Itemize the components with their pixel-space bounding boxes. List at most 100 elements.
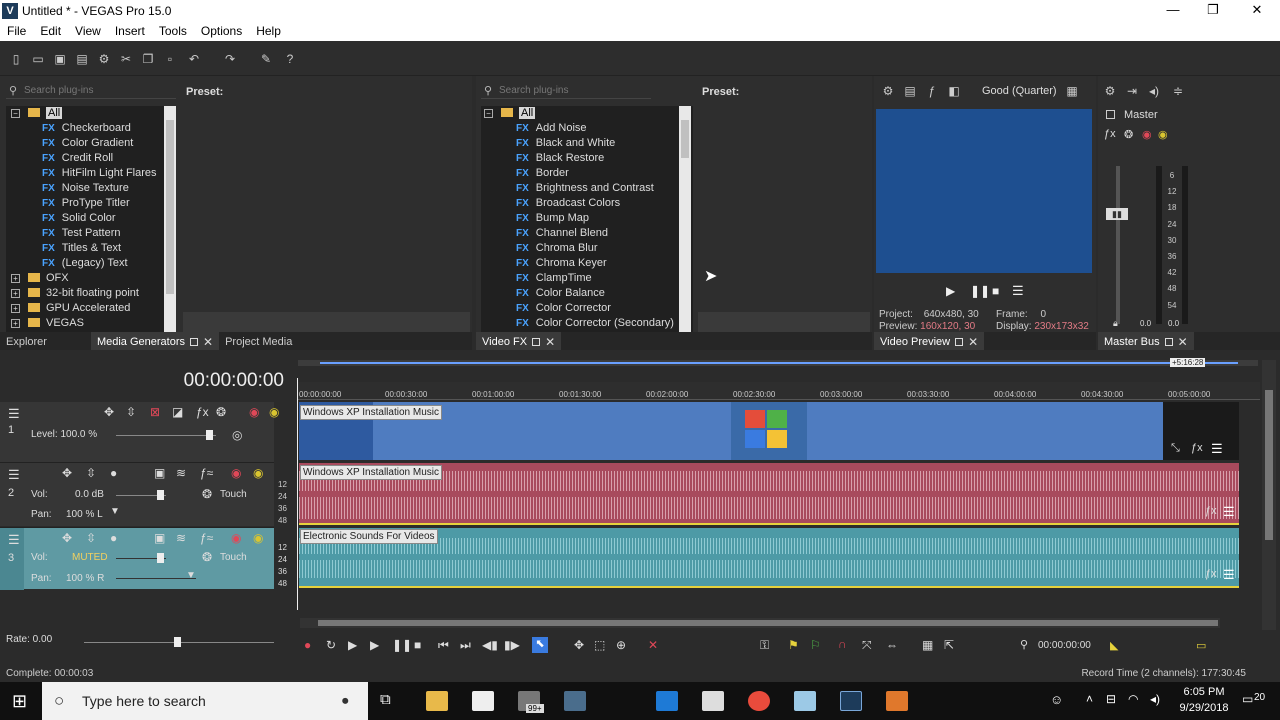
track-menu-icon[interactable]: ☰	[8, 467, 20, 483]
record-icon[interactable]: ●	[304, 638, 311, 652]
tree-item[interactable]: FX Credit Roll	[6, 151, 176, 166]
undock-icon[interactable]	[1164, 338, 1173, 346]
expand-icon[interactable]: +	[11, 289, 20, 298]
motion-icon[interactable]: ✥	[104, 405, 114, 419]
go-to-end-icon[interactable]: ⏭︎	[460, 638, 471, 653]
overlays-icon[interactable]: ▦	[1064, 83, 1080, 99]
track-fx-icon[interactable]: ƒ≈	[200, 531, 213, 545]
tab-master-bus[interactable]: Master Bus ✕	[1098, 332, 1194, 352]
open-folder-icon[interactable]: ▭	[30, 51, 46, 67]
tree-item[interactable]: FX Color Corrector	[481, 301, 693, 316]
automation-mode-icon[interactable]: ❂	[202, 487, 212, 501]
tree-item[interactable]: FX Test Pattern	[6, 226, 176, 241]
envelope-icon[interactable]: ≋	[176, 531, 186, 545]
speaker-icon[interactable]: ◂)	[1146, 83, 1162, 99]
tree-item[interactable]: FX HitFilm Light Flares	[6, 166, 176, 181]
preview-quality-dropdown[interactable]: Good (Quarter)	[982, 85, 1057, 97]
arm-record-icon[interactable]: ●	[110, 531, 117, 545]
track-3-header[interactable]: ☰ 3 ✥ ⇳ ● ▣ ≋ ƒ≈ ◉ ◉ Vol: MUTED ❂ Touch …	[0, 527, 287, 590]
solo-icon[interactable]: ◉	[253, 466, 263, 480]
marker-icon[interactable]: ⚑	[788, 638, 799, 652]
menu-tools[interactable]: Tools	[152, 22, 194, 41]
composite-mode-icon[interactable]: ◎	[232, 428, 242, 442]
previous-frame-icon[interactable]: ◀▮	[482, 638, 498, 652]
pause-icon[interactable]: ❚❚	[392, 638, 412, 652]
preview-settings-icon[interactable]: ⚙	[880, 83, 896, 99]
copy-icon[interactable]: ❐	[140, 51, 156, 67]
new-file-icon[interactable]: ▯	[8, 51, 24, 67]
paste-icon[interactable]: ▫	[162, 51, 178, 67]
explorer-scrollbar[interactable]	[164, 106, 176, 332]
compositing-icon[interactable]: ⇳	[86, 466, 96, 480]
pause-icon[interactable]: ❚❚	[970, 284, 990, 298]
tab-media-generators[interactable]: Media Generators ✕	[90, 332, 220, 352]
vegas-taskbar-icon[interactable]	[840, 691, 862, 711]
tree-item[interactable]: FX Black Restore	[481, 151, 693, 166]
zoom-tool-icon[interactable]: ⊕	[616, 638, 626, 652]
app-icon-3[interactable]	[794, 691, 816, 711]
close-icon[interactable]: ✕	[203, 332, 213, 352]
tree-item[interactable]: FX Bump Map	[481, 211, 693, 226]
undock-icon[interactable]	[955, 338, 964, 346]
tab-project-media[interactable]: Project Media	[219, 332, 298, 352]
envelope-tool-icon[interactable]: ✥	[574, 638, 584, 652]
level-slider-knob[interactable]	[206, 430, 213, 440]
task-view-icon[interactable]: ⧉	[380, 691, 391, 708]
track-fx-icon[interactable]: ƒx	[196, 405, 209, 419]
explorer-search-input[interactable]: ⚲ Search plug-ins	[6, 83, 176, 99]
track-2-header[interactable]: ☰ 2 ✥ ⇳ ● ▣ ≋ ƒ≈ ◉ ◉ Vol: 0.0 dB ❂ Touch…	[0, 462, 287, 526]
playhead-cursor[interactable]	[297, 378, 298, 610]
windows-start-icon[interactable]: ⊞	[12, 691, 27, 711]
in-point-icon[interactable]: ◣	[1110, 639, 1118, 652]
tree-item[interactable]: FX Solid Color	[6, 211, 176, 226]
tree-root-all[interactable]: − All	[6, 106, 176, 121]
expand-icon[interactable]: +	[11, 274, 20, 283]
track-fx-icon[interactable]: ƒ≈	[200, 466, 213, 480]
ripple-icon[interactable]: ⇔	[886, 638, 898, 652]
expand-icon[interactable]: +	[11, 304, 20, 313]
lock-icon[interactable]: 🔒︎	[1113, 318, 1118, 329]
tree-item[interactable]: FX Color Corrector (Secondary)	[481, 316, 693, 331]
tree-item[interactable]: FX Checkerboard	[6, 121, 176, 136]
tree-item[interactable]: FX ProType Titler	[6, 196, 176, 211]
clock-date[interactable]: 9/29/2018	[1176, 702, 1232, 714]
preset-field[interactable]	[183, 312, 470, 332]
stop-icon[interactable]: ■	[414, 638, 421, 652]
clock-time[interactable]: 6:05 PM	[1176, 686, 1232, 698]
region-icon[interactable]: ⚐	[810, 638, 821, 652]
edge-icon[interactable]	[656, 691, 678, 711]
downmix-icon[interactable]: ⇥	[1124, 83, 1140, 99]
close-icon[interactable]: ✕	[968, 332, 978, 352]
tree-folder[interactable]: + OFX	[6, 271, 176, 286]
crossfade-icon[interactable]: ⤧	[862, 638, 872, 653]
selection-tool-icon[interactable]: ⬚	[594, 638, 605, 652]
help-icon[interactable]: ?	[282, 51, 298, 67]
motion-blur-icon[interactable]: ⊠	[150, 405, 160, 419]
solo-icon[interactable]: ◉	[253, 531, 263, 545]
tree-item[interactable]: FX Noise Texture	[6, 181, 176, 196]
compositing-icon[interactable]: ⇳	[86, 531, 96, 545]
level-slider[interactable]	[116, 435, 216, 436]
pan-slider-knob[interactable]: ▼	[186, 570, 196, 581]
close-icon[interactable]: ✕	[545, 332, 555, 352]
automation-mode-icon[interactable]: ❂	[202, 550, 212, 564]
preset-field[interactable]	[698, 312, 870, 332]
menu-view[interactable]: View	[68, 22, 108, 41]
event-fx-icon[interactable]: ƒx	[1205, 505, 1217, 517]
mute-icon[interactable]: ◉	[231, 531, 241, 545]
tree-item[interactable]: FX Color Balance	[481, 286, 693, 301]
network-icon[interactable]: ⊟	[1106, 692, 1116, 706]
audio-event-clip-2[interactable]: ƒx ☰	[299, 528, 1239, 588]
automation-icon[interactable]: ❂	[216, 405, 226, 419]
mute-icon[interactable]: ◉	[231, 466, 241, 480]
tree-item[interactable]: FX Brightness and Contrast	[481, 181, 693, 196]
tab-video-fx[interactable]: Video FX ✕	[476, 332, 562, 352]
close-icon[interactable]: ✕	[1178, 332, 1188, 352]
tree-folder[interactable]: + VEGAS	[6, 316, 176, 331]
lock-icon[interactable]: ⚿	[760, 638, 769, 653]
track-menu-icon[interactable]: ☰	[8, 406, 20, 422]
loop-icon[interactable]: ↻	[326, 638, 336, 652]
close-button[interactable]: ✕	[1234, 0, 1280, 22]
timeline-hscrollbar[interactable]	[300, 618, 1220, 628]
solo-icon[interactable]: ◉	[1158, 128, 1168, 141]
